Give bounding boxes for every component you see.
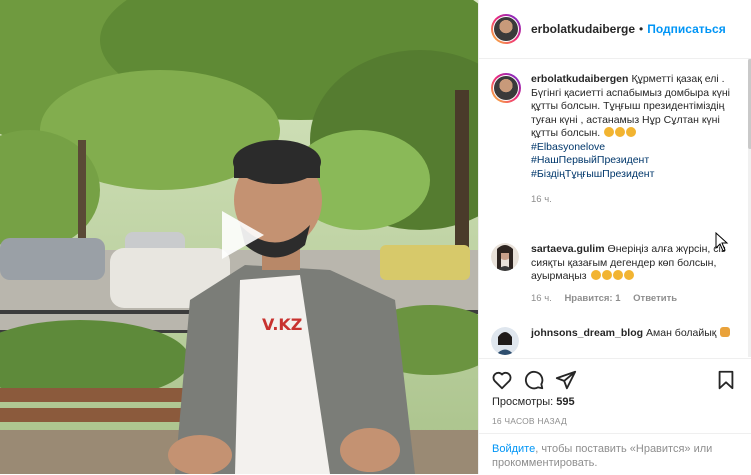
- mouse-cursor-icon: [715, 232, 729, 252]
- comments-list[interactable]: erbolatkudaibergen Құрметті қазақ елі . Б…: [479, 59, 751, 357]
- caption-time[interactable]: 16 ч.: [531, 194, 552, 205]
- views-count[interactable]: Просмотры: 595: [492, 396, 575, 408]
- follow-button[interactable]: Подписаться: [647, 22, 725, 36]
- post-time[interactable]: 16 ЧАСОВ НАЗАД: [492, 416, 567, 426]
- clap-emoji-icon: [626, 127, 637, 137]
- heart-icon[interactable]: [491, 369, 513, 391]
- thumbs-up-emoji-icon: [623, 270, 634, 280]
- hashtag-link[interactable]: #НашПервыйПрезидент: [531, 154, 734, 168]
- clap-emoji-icon: [615, 127, 626, 137]
- comment-meta: 16 ч. Нравится: 1 Ответить: [531, 292, 734, 306]
- clap-emoji-icon: [604, 127, 615, 137]
- post-sidebar: erbolatkudaiberge • Подписаться erbolatk…: [478, 0, 751, 474]
- clap-emoji-icon: [612, 270, 623, 280]
- comment-username[interactable]: johnsons_dream_blog: [531, 327, 643, 339]
- caption-username[interactable]: erbolatkudaibergen: [531, 73, 628, 85]
- comment-username[interactable]: sartaeva.gulim: [531, 243, 605, 255]
- comment-icon[interactable]: [523, 369, 545, 391]
- caption-body: erbolatkudaibergen Құрметті қазақ елі . Б…: [531, 73, 734, 207]
- comment-text: Аман болайық: [646, 327, 717, 339]
- comment-item: johnsons_dream_blog Аман болайық: [491, 327, 736, 355]
- clap-emoji-icon: [590, 270, 601, 280]
- commenter-avatar[interactable]: [491, 327, 519, 355]
- reply-button[interactable]: Ответить: [633, 293, 677, 304]
- commenter-avatar[interactable]: [491, 243, 519, 271]
- hashtag-link[interactable]: #БіздіңТұңғышПрезидент: [531, 168, 734, 182]
- instagram-post: V.KZ erbolatkudaiberge • Подписаться erb…: [0, 0, 751, 474]
- views-value: 595: [556, 396, 575, 408]
- flexed-biceps-emoji-icon: [720, 327, 731, 337]
- author-username[interactable]: erbolatkudaiberge: [531, 22, 635, 36]
- shirt-print: V.KZ: [262, 315, 302, 334]
- caption-meta: 16 ч.: [531, 193, 734, 207]
- comment-body: sartaeva.gulim Өнеріңіз алға жүрсін, сіз …: [531, 243, 734, 305]
- views-label: Просмотры:: [492, 396, 554, 408]
- header-separator: •: [639, 22, 644, 36]
- share-icon[interactable]: [555, 369, 577, 391]
- caption-avatar[interactable]: [491, 73, 521, 103]
- post-video[interactable]: V.KZ: [0, 0, 478, 474]
- play-icon[interactable]: [210, 205, 270, 265]
- caption: erbolatkudaibergen Құрметті қазақ елі . Б…: [491, 73, 736, 207]
- login-link[interactable]: Войдите: [492, 443, 535, 455]
- bookmark-icon[interactable]: [715, 369, 737, 391]
- login-prompt: Войдите, чтобы поставить «Нравится» или …: [479, 433, 751, 475]
- comment-item: sartaeva.gulim Өнеріңіз алға жүрсін, сіз …: [491, 243, 736, 305]
- post-header: erbolatkudaiberge • Подписаться: [479, 0, 751, 59]
- clap-emoji-icon: [601, 270, 612, 280]
- comment-time[interactable]: 16 ч.: [531, 293, 552, 304]
- comment-likes[interactable]: Нравится: 1: [564, 293, 620, 304]
- comment-body: johnsons_dream_blog Аман болайық: [531, 327, 734, 355]
- hashtag-link[interactable]: #Elbasyonelove: [531, 141, 734, 155]
- author-avatar[interactable]: [491, 14, 521, 44]
- action-bar: [479, 358, 751, 399]
